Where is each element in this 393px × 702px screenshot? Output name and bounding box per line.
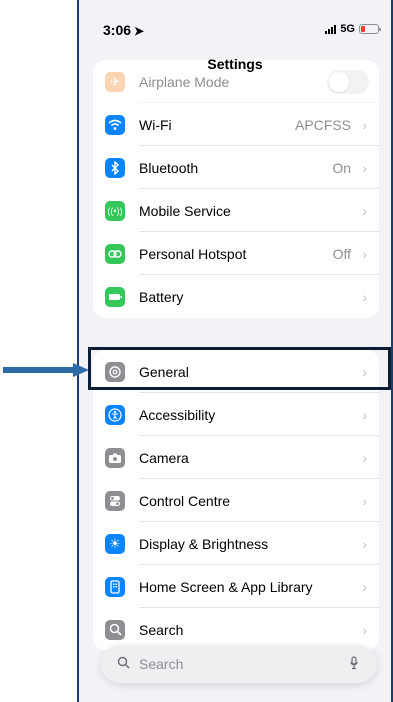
settings-row-control-centre[interactable]: Control Centre › xyxy=(93,479,379,522)
battery-status-icon xyxy=(359,24,381,34)
phone-screen-icon xyxy=(105,576,125,597)
row-label: Search xyxy=(139,621,184,638)
microphone-icon[interactable] xyxy=(349,655,359,673)
chevron-right-icon: › xyxy=(362,116,367,133)
phone-screen: 3:06 ➤ 5G Settings ✈ Airplane Mode Wi-Fi … xyxy=(77,0,393,702)
search-glass-icon xyxy=(117,656,130,672)
row-label: General xyxy=(139,363,189,380)
row-value: APCFSS xyxy=(294,116,351,133)
settings-row-search[interactable]: Search › xyxy=(93,608,379,650)
gear-icon xyxy=(105,361,125,382)
status-time: 3:06 ➤ xyxy=(103,22,145,38)
airplane-icon: ✈ xyxy=(105,71,125,92)
toggles-icon xyxy=(105,490,125,511)
chevron-right-icon: › xyxy=(362,363,367,380)
chevron-right-icon: › xyxy=(362,578,367,595)
search-input[interactable]: Search xyxy=(101,645,377,683)
row-label: Personal Hotspot xyxy=(139,245,247,262)
settings-row-battery[interactable]: Battery › xyxy=(93,275,379,318)
chevron-right-icon: › xyxy=(362,535,367,552)
row-label: Camera xyxy=(139,449,189,466)
chevron-right-icon: › xyxy=(362,202,367,219)
row-label: Display & Brightness xyxy=(139,535,269,552)
settings-row-general[interactable]: General › xyxy=(93,350,379,393)
settings-row-mobile-service[interactable]: ((•)) Mobile Service › xyxy=(93,189,379,232)
settings-row-home-screen[interactable]: Home Screen & App Library › xyxy=(93,565,379,608)
network-label: 5G xyxy=(340,23,355,35)
row-label: Bluetooth xyxy=(139,159,199,176)
row-value: Off xyxy=(332,245,351,262)
camera-icon xyxy=(105,447,125,468)
chevron-right-icon: › xyxy=(362,621,367,638)
location-arrow-icon: ➤ xyxy=(134,24,145,38)
chevron-right-icon: › xyxy=(362,449,367,466)
row-label: Control Centre xyxy=(139,492,231,509)
row-label: Battery xyxy=(139,288,184,305)
chevron-right-icon: › xyxy=(362,245,367,262)
chevron-right-icon: › xyxy=(362,492,367,509)
settings-group-connectivity: ✈ Airplane Mode Wi-Fi APCFSS › Bluetooth… xyxy=(93,60,379,318)
hotspot-icon xyxy=(105,243,125,264)
sun-icon: ☀ xyxy=(105,533,125,554)
row-label: Mobile Service xyxy=(139,202,231,219)
chevron-right-icon: › xyxy=(362,288,367,305)
chevron-right-icon: › xyxy=(362,159,367,176)
bluetooth-icon xyxy=(105,157,125,178)
page-title: Settings xyxy=(207,56,263,72)
airplane-mode-toggle[interactable] xyxy=(327,69,369,94)
row-value: On xyxy=(332,159,351,176)
battery-icon xyxy=(105,286,125,307)
status-indicators: 5G xyxy=(325,23,381,35)
row-label: Accessibility xyxy=(139,406,216,423)
row-label: Home Screen & App Library xyxy=(139,578,313,595)
accessibility-icon xyxy=(105,404,125,425)
chevron-right-icon: › xyxy=(362,406,367,423)
antenna-icon: ((•)) xyxy=(105,200,125,221)
settings-group-system: General › Accessibility › Camera › Contr… xyxy=(93,350,379,650)
settings-row-bluetooth[interactable]: Bluetooth On › xyxy=(93,146,379,189)
search-icon xyxy=(105,619,125,640)
settings-row-camera[interactable]: Camera › xyxy=(93,436,379,479)
search-placeholder: Search xyxy=(139,656,184,672)
signal-icon xyxy=(325,24,337,34)
settings-row-display-brightness[interactable]: ☀ Display & Brightness › xyxy=(93,522,379,565)
row-label: Wi-Fi xyxy=(139,116,172,133)
wifi-icon xyxy=(105,114,125,135)
status-bar: 3:06 ➤ 5G xyxy=(79,0,391,58)
pointer-arrow xyxy=(3,363,89,377)
row-label: Airplane Mode xyxy=(139,73,230,90)
settings-row-wifi[interactable]: Wi-Fi APCFSS › xyxy=(93,103,379,146)
settings-row-personal-hotspot[interactable]: Personal Hotspot Off › xyxy=(93,232,379,275)
settings-row-accessibility[interactable]: Accessibility › xyxy=(93,393,379,436)
